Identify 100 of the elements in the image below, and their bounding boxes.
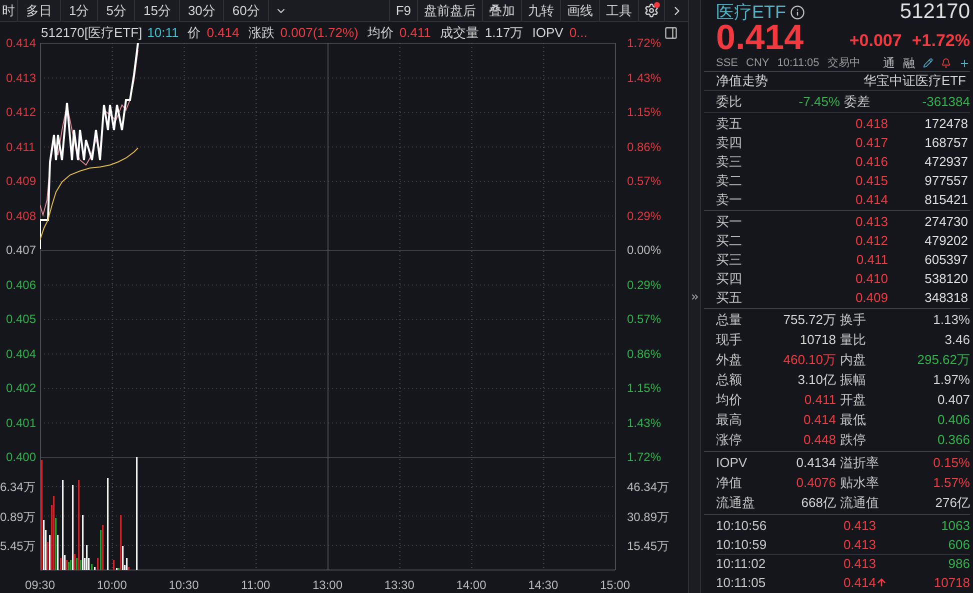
info-value: 0.414: [206, 24, 240, 42]
stat-label: 最高: [716, 411, 743, 430]
settings-icon: [644, 3, 659, 18]
stat-label: 流通盘: [716, 494, 756, 512]
order-volume: 977557: [924, 172, 968, 190]
order-volume: 348318: [924, 288, 968, 307]
stat-value: 0.15%: [932, 454, 970, 472]
toolbar-button[interactable]: 画线: [560, 0, 599, 21]
info-label: 成交量: [440, 24, 479, 42]
info-label: 价: [188, 24, 201, 42]
time-axis-label: 10:00: [96, 577, 127, 593]
tick-volume: 10718: [932, 574, 970, 592]
period-tab[interactable]: 5分: [98, 0, 136, 21]
price-axis-label: 0.406: [6, 278, 36, 292]
order-level-label: 买一: [716, 212, 743, 231]
stat-label: 贴水率: [840, 474, 880, 492]
pencil-icon[interactable]: [923, 58, 933, 68]
percent-axis-label: 0.29%: [627, 208, 662, 222]
price-axis-label: 0.401: [6, 416, 36, 430]
stat-label: 现手: [716, 331, 743, 350]
toolbar-button[interactable]: 工具: [599, 0, 638, 21]
order-level-label: 卖四: [716, 134, 743, 152]
stat-value: 295.62万: [916, 351, 970, 370]
order-volume: 472937: [924, 152, 968, 171]
info-value: 0...: [569, 24, 588, 42]
stat-value: 3.10亿: [796, 371, 836, 390]
order-volume: 538120: [924, 270, 968, 288]
volume-axis-label: 0.89万: [0, 510, 36, 524]
plus-icon[interactable]: [959, 58, 970, 68]
order-ratio-value: -7.45%: [798, 92, 840, 111]
stat-value: 3.46: [944, 331, 970, 350]
period-tab[interactable]: 60分: [224, 0, 269, 21]
toolbar-button[interactable]: 盘前盘后: [417, 0, 482, 21]
stat-label: 均价: [716, 391, 743, 410]
toolbar-button[interactable]: 叠加: [482, 0, 521, 21]
period-tab[interactable]: 多日: [18, 0, 61, 21]
price-axis-label: 0.414: [6, 36, 36, 50]
info-icon[interactable]: [790, 4, 805, 20]
tick-price: 0.413: [842, 555, 876, 574]
stat-value: 1.57%: [932, 474, 970, 492]
order-price: 0.418: [854, 114, 888, 133]
nav-trend-link[interactable]: 净值走势: [716, 71, 768, 91]
order-price: 0.417: [854, 134, 888, 152]
stat-value: 276亿: [934, 494, 970, 512]
stat-value: 10718: [798, 331, 836, 350]
percent-axis-label: 1.15%: [627, 381, 662, 395]
panel-icon[interactable]: [664, 26, 678, 40]
tick-price: 0.413: [842, 536, 876, 554]
time-axis-label: 13:30: [384, 577, 414, 593]
toolbar-button[interactable]: 九转: [521, 0, 560, 21]
period-tab[interactable]: 时: [0, 0, 18, 21]
order-level-label: 卖一: [716, 190, 743, 209]
trading-status: 交易中: [827, 56, 860, 71]
stat-value: 1.13%: [932, 311, 970, 330]
chart-time: 10:11: [147, 24, 179, 42]
info-value: 0.007(1.72%): [280, 24, 358, 42]
price-axis-label: 0.408: [6, 208, 36, 222]
price-change: +0.007: [849, 30, 902, 52]
order-price: 0.412: [854, 232, 888, 250]
bell-icon[interactable]: [941, 58, 951, 68]
fund-name: 华宝中证医疗ETF: [863, 72, 967, 90]
percent-axis-label: 0.86%: [627, 346, 662, 360]
tick-volume: 986: [947, 555, 970, 574]
info-label: 涨跌: [248, 24, 274, 42]
period-tab[interactable]: 1分: [61, 0, 98, 21]
collapse-icon[interactable]: [690, 292, 700, 302]
stat-value: 668亿: [800, 494, 836, 512]
info-value: 0.411: [399, 24, 431, 42]
order-volume: 168757: [924, 134, 968, 152]
time-axis-label: 13:00: [312, 577, 343, 593]
exchange-label: SSE: [716, 56, 738, 71]
period-tab[interactable]: 15分: [135, 0, 180, 21]
stat-label: 总量: [716, 311, 743, 330]
price-axis-label: 0.411: [6, 140, 36, 154]
order-volume: 172478: [924, 114, 968, 133]
stat-label: 溢折率: [840, 454, 880, 472]
period-tab[interactable]: 30分: [180, 0, 224, 21]
stat-label: 换手: [840, 311, 867, 330]
order-volume: 605397: [924, 250, 968, 269]
price-axis-label: 0.409: [6, 174, 36, 188]
stat-value: 460.10万: [782, 351, 836, 370]
stat-label: 涨停: [716, 431, 743, 450]
toolbar-button[interactable]: F9: [388, 0, 417, 21]
stat-label: 净值: [716, 474, 743, 492]
order-level-label: 卖五: [716, 114, 743, 133]
stat-value: 0.414: [802, 411, 836, 430]
trade-flag-label: 通: [883, 55, 895, 72]
stat-value: 0.4076: [795, 474, 836, 492]
order-price: 0.415: [854, 172, 888, 190]
stat-value: 755.72万: [782, 311, 836, 330]
order-price: 0.413: [854, 212, 888, 231]
order-level-label: 买二: [716, 232, 743, 250]
stat-value: 0.406: [936, 411, 970, 430]
stat-label: 外盘: [716, 351, 743, 370]
order-level-label: 卖三: [716, 152, 743, 171]
stat-label: 最低: [840, 411, 867, 430]
info-label: IOPV: [532, 24, 564, 42]
stat-label: 流通值: [840, 494, 880, 512]
volume-axis-label: 6.34万: [0, 480, 36, 494]
percent-axis-label: 1.43%: [627, 70, 662, 84]
